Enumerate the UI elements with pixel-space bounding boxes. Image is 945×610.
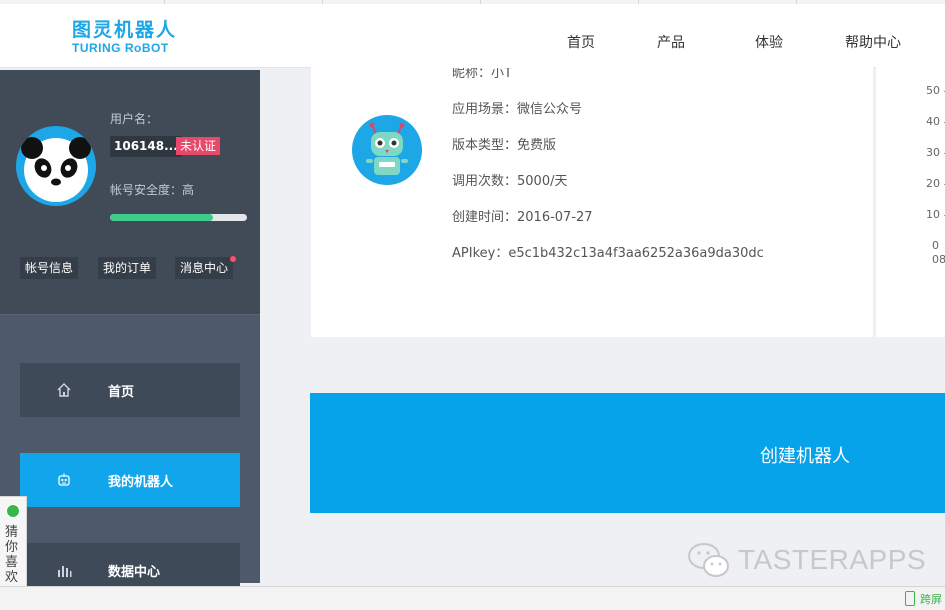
menu-label-my-robots: 我的机器人 <box>108 475 174 490</box>
x-tick-partial: 08 <box>932 253 945 266</box>
bar-chart-icon <box>58 566 72 577</box>
nav-help-center[interactable]: 帮助中心 <box>845 32 901 52</box>
nav-home[interactable]: 首页 <box>567 32 595 52</box>
menu-item-my-robots[interactable]: 我的机器人 <box>20 453 240 507</box>
my-orders-button[interactable]: 我的订单 <box>98 257 157 279</box>
nav-experience[interactable]: 体验 <box>755 32 783 52</box>
create-robot-button[interactable]: 创建机器人 <box>310 393 945 513</box>
turing-robot-logo[interactable]: 图灵机器人 TURING RoBOT <box>72 19 177 55</box>
username-label: 用户名： <box>110 112 159 126</box>
robot-info-card: 昵称：小T 应用场景：微信公众号 版本类型：免费版 调用次数：5000/天 创建… <box>311 67 873 337</box>
message-center-button[interactable]: 消息中心 <box>175 257 234 279</box>
wechat-watermark: TASTERAPPS <box>686 540 926 582</box>
status-dot-icon <box>6 504 20 518</box>
browser-status-bar: 跨屏 <box>0 586 945 610</box>
y-tick: 40 <box>926 115 945 128</box>
menu-label-home: 首页 <box>108 385 135 400</box>
robot-avatar-icon <box>366 122 408 175</box>
usage-chart-partial: 50 40 30 20 10 0 08 <box>876 67 945 337</box>
security-label: 帐号安全度：高 <box>110 183 195 197</box>
robot-scene: 应用场景：微信公众号 <box>452 102 583 117</box>
create-robot-label: 创建机器人 <box>760 446 850 467</box>
browser-tab-strip <box>0 0 945 4</box>
cross-screen-label[interactable]: 跨屏 <box>920 591 942 607</box>
robot-avatar[interactable] <box>352 115 422 185</box>
y-tick: 20 <box>926 177 945 190</box>
home-icon <box>57 383 71 397</box>
y-tick: 10 <box>926 208 945 221</box>
menu-item-home[interactable]: 首页 <box>20 363 240 417</box>
account-info-button[interactable]: 帐号信息 <box>20 257 79 279</box>
robot-icon <box>58 473 70 486</box>
security-progress-fill <box>110 214 213 221</box>
panda-icon <box>21 137 91 202</box>
y-tick: 50 <box>926 84 945 97</box>
robot-calls: 调用次数：5000/天 <box>452 174 568 189</box>
robot-version: 版本类型：免费版 <box>452 138 557 153</box>
watermark-text: TASTERAPPS <box>738 544 927 575</box>
guess-you-like-tab[interactable]: 猜你喜欢 <box>0 496 27 588</box>
sidebar: 用户名： 106148... 未认证 帐号安全度：高 帐号信息 我的订单 消息中… <box>0 70 260 597</box>
guess-you-like-label: 猜你喜欢 <box>5 525 19 585</box>
panda-avatar[interactable] <box>16 126 96 206</box>
logo-cn: 图灵机器人 <box>72 19 178 41</box>
phone-icon <box>905 591 915 606</box>
y-tick: 0 <box>932 239 939 252</box>
security-progress-bar <box>110 214 247 221</box>
wechat-icon <box>688 543 729 577</box>
robot-apikey[interactable]: APIkey：e5c1b432c13a4f3aa6252a36a9da30dc <box>452 242 764 261</box>
robot-created: 创建时间：2016-07-27 <box>452 210 593 225</box>
profile-panel: 用户名： 106148... 未认证 帐号安全度：高 帐号信息 我的订单 消息中… <box>0 70 260 315</box>
top-header: 图灵机器人 TURING RoBOT 首页 产品 体验 帮助中心 <box>0 0 945 68</box>
menu-label-data-center: 数据中心 <box>108 565 161 580</box>
unverified-badge[interactable]: 未认证 <box>176 137 221 155</box>
nav-products[interactable]: 产品 <box>657 32 685 52</box>
username: 106148... <box>110 136 182 157</box>
logo-en: TURING RoBOT <box>72 41 169 55</box>
y-tick: 30 <box>926 146 945 159</box>
notification-dot <box>230 256 236 262</box>
